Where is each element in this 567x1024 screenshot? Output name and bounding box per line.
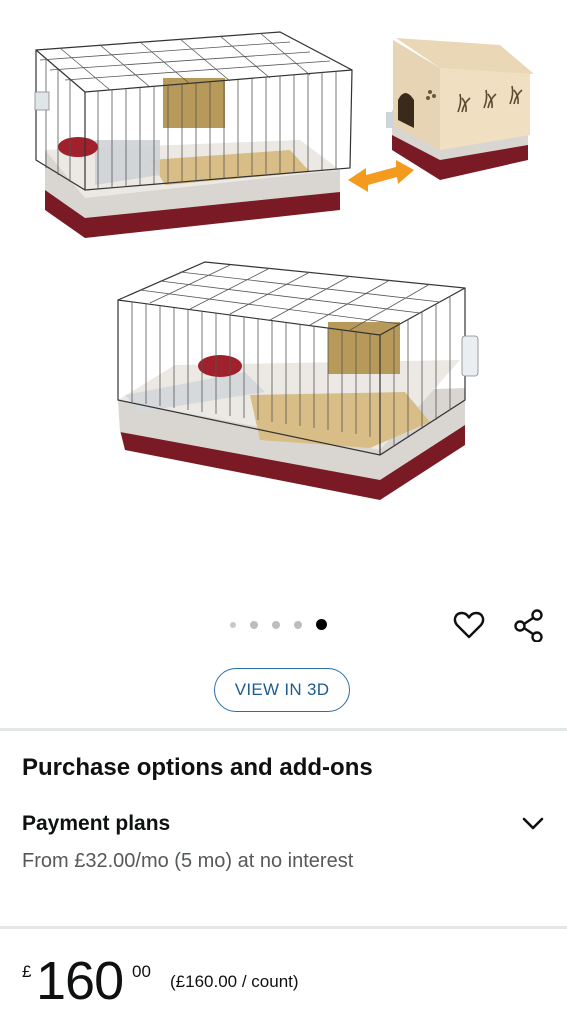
- cage-illustration-bottom: [117, 261, 479, 500]
- unit-price: (£160.00 / count): [170, 972, 299, 991]
- chevron-down-icon[interactable]: [520, 810, 546, 836]
- swap-arrow-graphic: [348, 160, 414, 192]
- price-fraction: 00: [132, 962, 151, 981]
- payment-plans-row[interactable]: Payment plans From £32.00/mo (5 mo) at n…: [0, 806, 567, 916]
- product-image-gallery[interactable]: [0, 0, 567, 630]
- wooden-house-illustration: [386, 38, 534, 180]
- price-whole: 160: [36, 951, 124, 1011]
- section-divider: [0, 926, 567, 929]
- view-in-3d-button[interactable]: VIEW IN 3D: [214, 668, 350, 712]
- pagination-dot-active[interactable]: [316, 619, 327, 630]
- pagination-dot[interactable]: [272, 620, 280, 629]
- price-currency: £: [22, 962, 32, 981]
- section-divider: [0, 728, 567, 731]
- cage-illustration-top: [34, 31, 353, 238]
- heart-outline-icon[interactable]: [452, 608, 486, 642]
- pagination-dot[interactable]: [294, 620, 302, 629]
- product-image: [34, 31, 534, 500]
- payment-plans-title: Payment plans: [22, 812, 171, 835]
- share-icon[interactable]: [512, 608, 546, 643]
- image-pagination-dots[interactable]: [230, 619, 327, 630]
- payment-plans-description: From £32.00/mo (5 mo) at no interest: [22, 850, 354, 872]
- pagination-dot[interactable]: [250, 620, 258, 629]
- pagination-dot[interactable]: [230, 621, 236, 628]
- purchase-options-title: Purchase options and add-ons: [22, 754, 373, 781]
